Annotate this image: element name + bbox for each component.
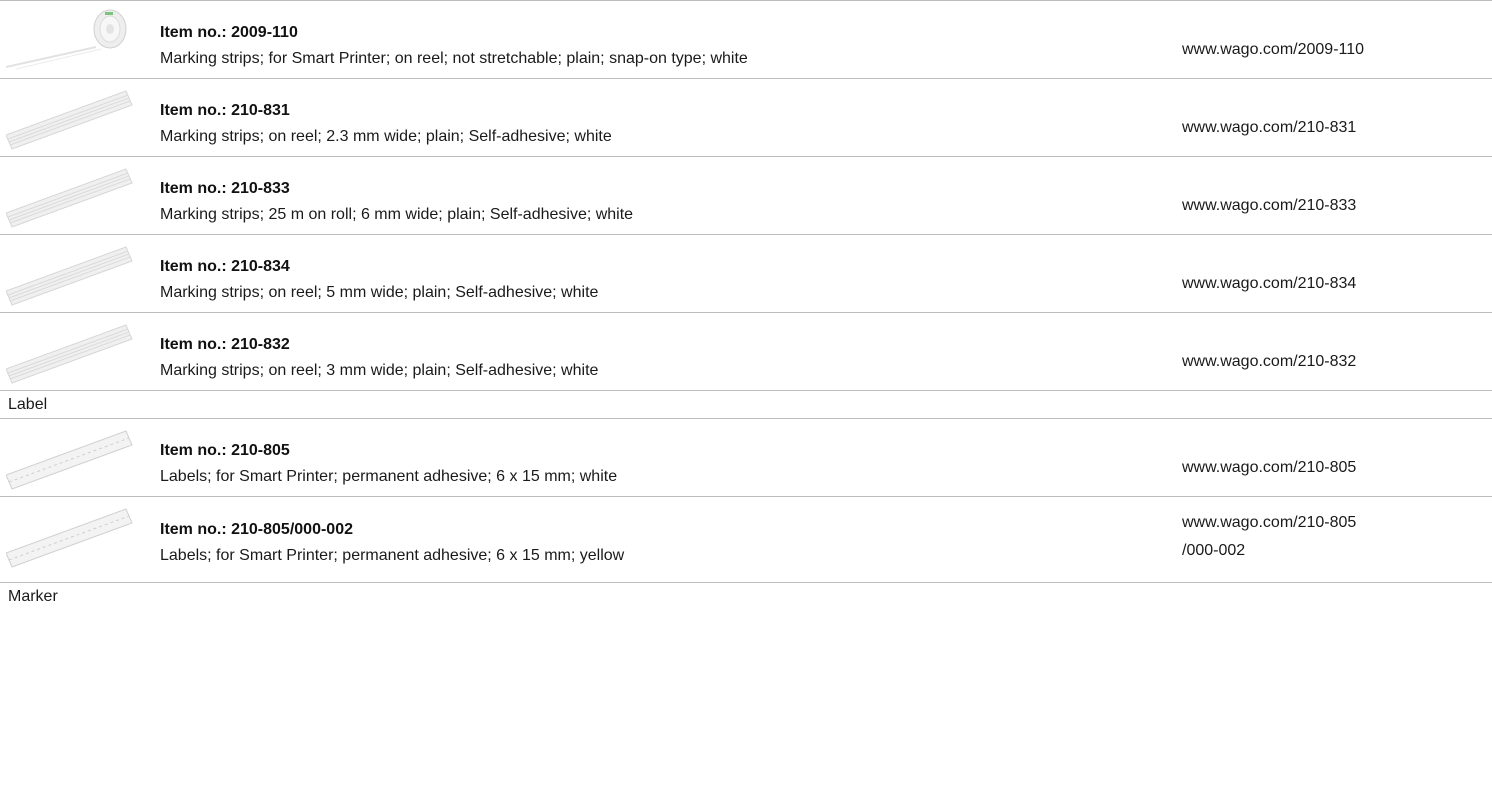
product-row: Item no.: 210-832 Marking strips; on ree… — [0, 312, 1492, 390]
item-number: Item no.: 210-831 — [160, 102, 290, 119]
item-number: Item no.: 210-834 — [160, 258, 290, 275]
reel-image — [6, 7, 136, 73]
item-description: Marking strips; for Smart Printer; on re… — [160, 50, 748, 67]
item-description: Marking strips; on reel; 5 mm wide; plai… — [160, 284, 599, 301]
item-description: Marking strips; on reel; 2.3 mm wide; pl… — [160, 128, 612, 145]
item-description: Marking strips; 25 m on roll; 6 mm wide;… — [160, 206, 634, 223]
product-link-line2: /000-002 — [1182, 542, 1246, 559]
strip-image — [6, 85, 136, 151]
product-row: Item no.: 210-805/000-002 Labels; for Sm… — [0, 496, 1492, 582]
product-link[interactable]: www.wago.com/2009-110 — [1182, 41, 1364, 59]
label-strip-image — [6, 503, 136, 569]
item-description: Labels; for Smart Printer; permanent adh… — [160, 468, 618, 485]
item-description: Labels; for Smart Printer; permanent adh… — [160, 547, 625, 564]
strip-image — [6, 241, 136, 307]
item-number: Item no.: 210-805/000-002 — [160, 521, 353, 538]
item-number: Item no.: 210-832 — [160, 336, 290, 353]
product-link[interactable]: www.wago.com/210-834 — [1182, 275, 1356, 293]
label-strip-image — [6, 425, 136, 491]
product-row: Item no.: 210-831 Marking strips; on ree… — [0, 78, 1492, 156]
section-header-marker: Marker — [0, 582, 1492, 610]
product-link-line1: www.wago.com/210-805 — [1182, 514, 1357, 531]
product-link[interactable]: www.wago.com/210-831 — [1182, 119, 1356, 137]
product-row: Item no.: 210-833 Marking strips; 25 m o… — [0, 156, 1492, 234]
strip-image — [6, 319, 136, 385]
product-row: Item no.: 2009-110 Marking strips; for S… — [0, 0, 1492, 78]
product-link[interactable]: www.wago.com/210-805 /000-002 — [1182, 509, 1356, 565]
section-title: Marker — [8, 588, 58, 605]
item-number: Item no.: 210-805 — [160, 442, 290, 459]
product-list: Item no.: 2009-110 Marking strips; for S… — [0, 0, 1492, 811]
product-row: Item no.: 210-834 Marking strips; on ree… — [0, 234, 1492, 312]
section-header-label: Label — [0, 390, 1492, 418]
item-number: Item no.: 210-833 — [160, 180, 290, 197]
product-link[interactable]: www.wago.com/210-833 — [1182, 197, 1356, 215]
product-link[interactable]: www.wago.com/210-805 — [1182, 459, 1356, 477]
strip-image — [6, 163, 136, 229]
product-link[interactable]: www.wago.com/210-832 — [1182, 353, 1356, 371]
item-number: Item no.: 2009-110 — [160, 24, 298, 41]
item-description: Marking strips; on reel; 3 mm wide; plai… — [160, 362, 599, 379]
product-row: Item no.: 210-805 Labels; for Smart Prin… — [0, 418, 1492, 496]
section-title: Label — [8, 396, 48, 413]
